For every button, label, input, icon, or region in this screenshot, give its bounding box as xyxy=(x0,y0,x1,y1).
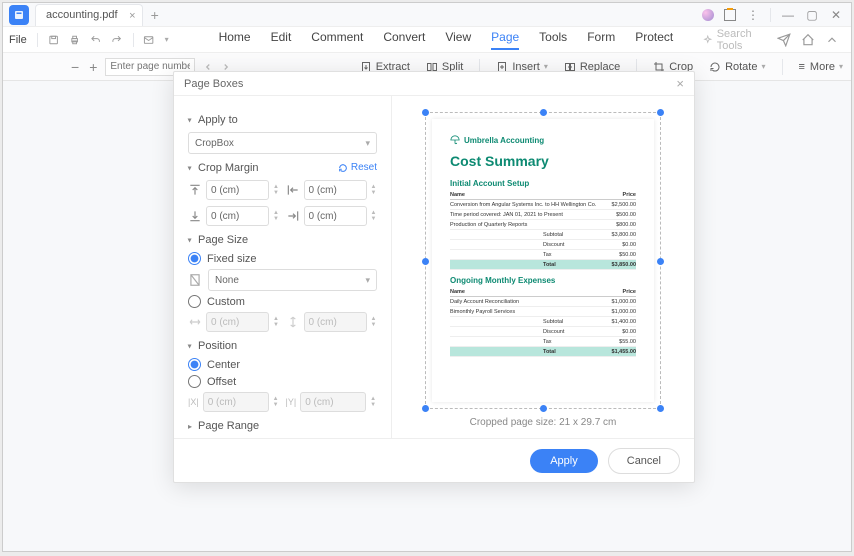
app-window: accounting.pdf × + ⋮ ― ▢ ✕ File ▾ Home E… xyxy=(2,2,852,552)
menu-edit[interactable]: Edit xyxy=(271,30,292,50)
handle-bot-mid[interactable] xyxy=(540,405,547,412)
doc-section1-heading: Initial Account Setup xyxy=(450,179,636,188)
app-icon xyxy=(9,5,29,25)
zoom-out-button[interactable]: − xyxy=(71,59,79,75)
document-preview: Umbrella Accounting Cost Summary Initial… xyxy=(432,119,654,402)
offset-x-input xyxy=(203,392,269,412)
handle-mid-right[interactable] xyxy=(657,258,664,265)
fixed-size-radio[interactable]: Fixed size xyxy=(188,252,377,265)
margin-top-icon xyxy=(188,183,202,197)
print-icon[interactable] xyxy=(69,33,80,47)
kebab-menu-icon[interactable]: ⋮ xyxy=(746,8,760,22)
handle-bot-right[interactable] xyxy=(657,405,664,412)
document-tab[interactable]: accounting.pdf × xyxy=(35,4,143,26)
doc-table1: NamePrice Conversion from Angular System… xyxy=(450,191,636,270)
menu-home[interactable]: Home xyxy=(219,30,251,50)
chevron-left-icon[interactable] xyxy=(203,62,213,72)
menu-page[interactable]: Page xyxy=(491,30,519,50)
handle-top-left[interactable] xyxy=(422,109,429,116)
dialog-titlebar: Page Boxes × xyxy=(174,72,694,96)
page-boxes-dialog: Page Boxes × Apply to CropBox Crop Margi… xyxy=(173,71,695,483)
y-label-icon: |Y| xyxy=(286,397,297,407)
cancel-button[interactable]: Cancel xyxy=(608,448,680,474)
titlebar: accounting.pdf × + ⋮ ― ▢ ✕ xyxy=(3,3,851,27)
user-avatar-icon[interactable] xyxy=(702,9,714,21)
tab-label: accounting.pdf xyxy=(46,9,118,21)
reset-icon xyxy=(338,163,348,173)
minimize-button[interactable]: ― xyxy=(781,8,795,22)
page-icon xyxy=(188,273,202,287)
offset-radio[interactable]: Offset xyxy=(188,375,377,388)
reset-button[interactable]: Reset xyxy=(338,162,377,173)
x-label-icon: |X| xyxy=(188,397,199,407)
search-tools[interactable]: Search Tools xyxy=(703,28,767,52)
margin-bottom-icon xyxy=(188,209,202,223)
menustrip: File ▾ Home Edit Comment Convert View Pa… xyxy=(3,27,851,53)
doc-table2: NamePrice Daily Account Reconciliation$1… xyxy=(450,288,636,357)
fixed-size-select[interactable]: None xyxy=(208,269,377,291)
margin-bottom-input[interactable] xyxy=(206,206,269,226)
tab-close-icon[interactable]: × xyxy=(129,10,135,22)
close-button[interactable]: ✕ xyxy=(829,8,843,22)
doc-company: Umbrella Accounting xyxy=(450,135,636,145)
home-icon[interactable] xyxy=(801,33,815,47)
position-section[interactable]: Position xyxy=(188,340,377,352)
doc-section2-heading: Ongoing Monthly Expenses xyxy=(450,276,636,285)
offset-y-input xyxy=(300,392,366,412)
mail-icon[interactable] xyxy=(143,33,154,47)
dialog-preview-panel: Umbrella Accounting Cost Summary Initial… xyxy=(392,96,694,438)
margin-right-icon xyxy=(286,209,300,223)
save-icon[interactable] xyxy=(48,33,59,47)
send-icon[interactable] xyxy=(777,33,791,47)
margin-top-input[interactable] xyxy=(206,180,269,200)
menu-protect[interactable]: Protect xyxy=(635,30,673,50)
sparkle-icon xyxy=(703,34,713,46)
undo-icon[interactable] xyxy=(90,33,101,47)
margin-left-icon xyxy=(286,183,300,197)
dialog-title: Page Boxes xyxy=(184,78,243,90)
menu-convert[interactable]: Convert xyxy=(383,30,425,50)
apply-to-select[interactable]: CropBox xyxy=(188,132,377,154)
custom-height-input xyxy=(304,312,367,332)
crop-preview[interactable]: Umbrella Accounting Cost Summary Initial… xyxy=(425,112,661,409)
margin-left-input[interactable] xyxy=(304,180,367,200)
apply-button[interactable]: Apply xyxy=(530,449,598,473)
main-menu: Home Edit Comment Convert View Page Tool… xyxy=(219,30,674,50)
chevron-right-icon[interactable] xyxy=(221,62,231,72)
custom-width-input xyxy=(206,312,269,332)
margin-right-input[interactable] xyxy=(304,206,367,226)
maximize-button[interactable]: ▢ xyxy=(805,8,819,22)
center-radio[interactable]: Center xyxy=(188,358,377,371)
apply-to-section[interactable]: Apply to xyxy=(188,114,377,126)
more-button[interactable]: ≡More▾ xyxy=(799,61,844,73)
umbrella-icon xyxy=(450,135,460,145)
dialog-close-icon[interactable]: × xyxy=(676,76,684,91)
zoom-in-button[interactable]: + xyxy=(89,59,97,75)
new-tab-button[interactable]: + xyxy=(151,7,159,23)
crop-margin-section[interactable]: Crop Margin Reset xyxy=(188,162,377,174)
rotate-button[interactable]: Rotate▾ xyxy=(709,61,765,73)
handle-bot-left[interactable] xyxy=(422,405,429,412)
chevron-up-icon[interactable] xyxy=(825,33,839,47)
handle-top-right[interactable] xyxy=(657,109,664,116)
crop-size-info: Cropped page size: 21 x 29.7 cm xyxy=(470,417,617,428)
page-range-section[interactable]: Page Range xyxy=(188,420,377,432)
menu-form[interactable]: Form xyxy=(587,30,615,50)
width-icon xyxy=(188,315,202,329)
redo-icon[interactable] xyxy=(111,33,122,47)
doc-title: Cost Summary xyxy=(450,153,636,169)
page-size-section[interactable]: Page Size xyxy=(188,234,377,246)
menu-tools[interactable]: Tools xyxy=(539,30,567,50)
file-menu[interactable]: File xyxy=(9,34,27,46)
dialog-left-panel: Apply to CropBox Crop Margin Reset ▲▼ ▲▼… xyxy=(174,96,392,438)
custom-size-radio[interactable]: Custom xyxy=(188,295,377,308)
notification-icon[interactable] xyxy=(724,9,736,21)
handle-top-mid[interactable] xyxy=(540,109,547,116)
handle-mid-left[interactable] xyxy=(422,258,429,265)
dialog-footer: Apply Cancel xyxy=(174,438,694,482)
menu-view[interactable]: View xyxy=(445,30,471,50)
menu-comment[interactable]: Comment xyxy=(311,30,363,50)
height-icon xyxy=(286,315,300,329)
